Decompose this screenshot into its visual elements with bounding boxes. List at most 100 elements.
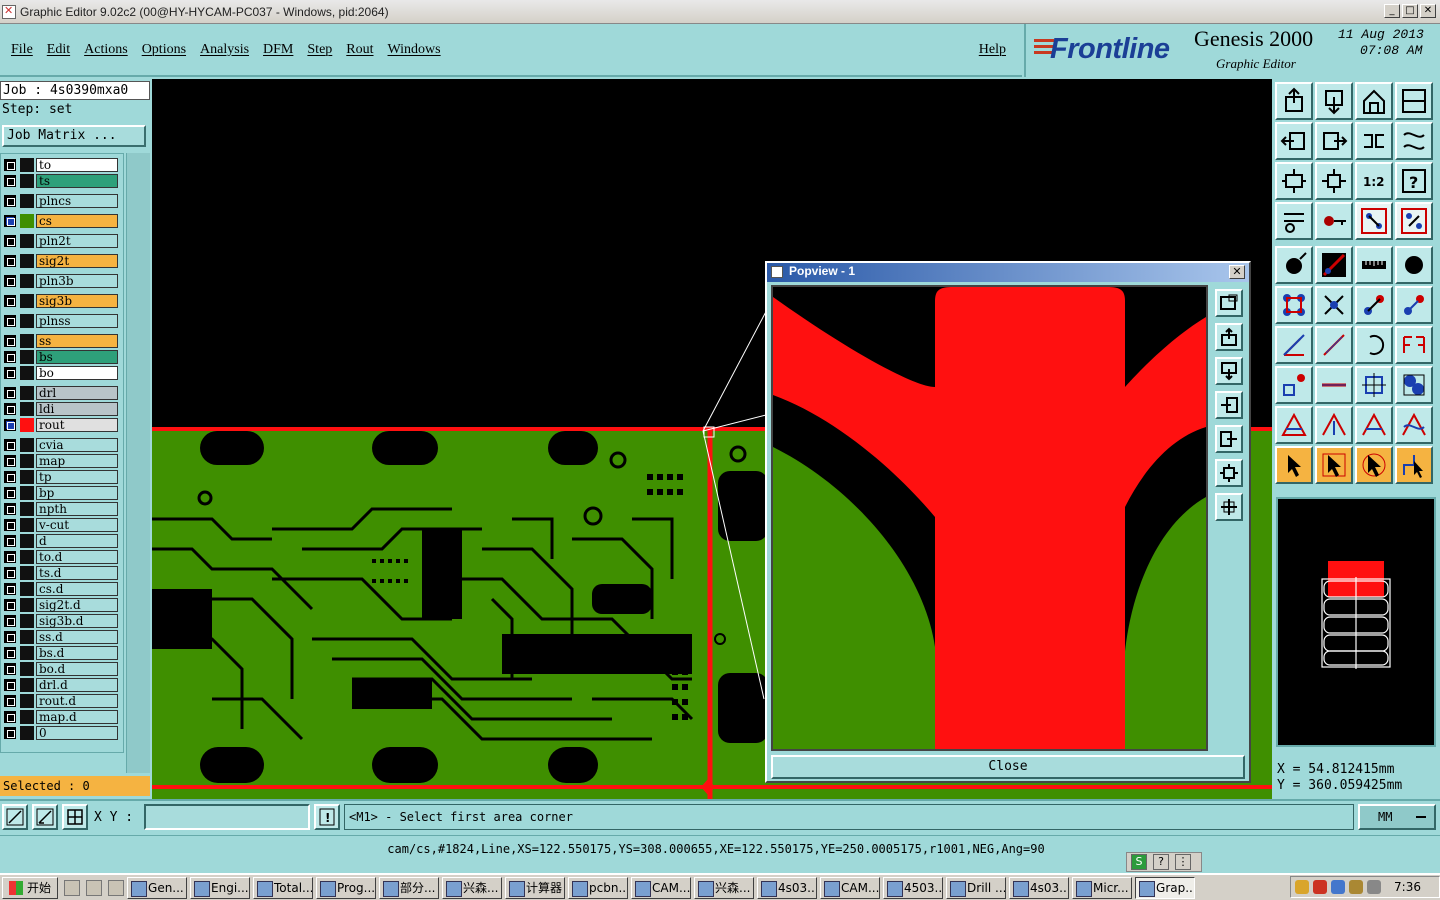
layer-row-rout-d[interactable]: rout.d xyxy=(4,694,122,708)
layer-name[interactable]: cs.d xyxy=(36,582,118,596)
help-icon[interactable]: ? xyxy=(1395,162,1433,200)
menu-edit[interactable]: Edit xyxy=(47,42,70,58)
scale-one-to-two-icon[interactable]: 1:2 xyxy=(1355,162,1393,200)
layer-checkbox[interactable] xyxy=(4,159,16,171)
layer-row-ss[interactable]: ss xyxy=(4,334,122,348)
triangle-wave-icon[interactable] xyxy=(1395,406,1433,444)
layer-row-ts[interactable]: ts xyxy=(4,174,122,188)
layer-checkbox[interactable] xyxy=(4,175,16,187)
quicklaunch-desktop-icon[interactable] xyxy=(64,879,81,896)
wave-icon[interactable] xyxy=(1395,122,1433,160)
popview-close-button[interactable]: Close xyxy=(771,755,1245,779)
ruler-icon[interactable] xyxy=(1355,246,1393,284)
snap-mode-icon[interactable] xyxy=(2,804,28,830)
group-icon[interactable] xyxy=(1395,366,1433,404)
ime-options-icon[interactable]: ⋮ xyxy=(1175,854,1191,870)
layer-name[interactable]: rout.d xyxy=(36,694,118,708)
layer-checkbox[interactable] xyxy=(4,275,16,287)
layer-name[interactable]: cvia xyxy=(36,438,118,452)
menu-step[interactable]: Step xyxy=(307,42,332,58)
layer-row-sig3b[interactable]: sig3b xyxy=(4,294,122,308)
layer-row-plncs[interactable]: plncs xyxy=(4,194,122,208)
layer-name[interactable]: ts xyxy=(36,174,118,188)
cross-node-icon[interactable] xyxy=(1315,286,1353,324)
layer-checkbox[interactable] xyxy=(4,403,16,415)
layer-row-drl[interactable]: drl xyxy=(4,386,122,400)
fit-all-icon[interactable] xyxy=(1315,162,1353,200)
layer-row-sig3b-d[interactable]: sig3b.d xyxy=(4,614,122,628)
grid-mode-icon[interactable] xyxy=(62,804,88,830)
layer-name[interactable]: drl xyxy=(36,386,118,400)
layer-name[interactable]: v-cut xyxy=(36,518,118,532)
popview-pan-left-icon[interactable] xyxy=(1215,391,1243,419)
layer-row-sig2t[interactable]: sig2t xyxy=(4,254,122,268)
layer-name[interactable]: plnss xyxy=(36,314,118,328)
layer-row-bp[interactable]: bp xyxy=(4,486,122,500)
layer-name[interactable]: bs xyxy=(36,350,118,364)
popview-title-bar[interactable]: Popview - 1 ✕ xyxy=(767,263,1249,282)
popview-pan-right-icon[interactable] xyxy=(1215,425,1243,453)
popview-close-icon[interactable]: ✕ xyxy=(1229,265,1245,279)
task-item[interactable]: 4503... xyxy=(883,876,944,899)
warning-icon[interactable]: ! xyxy=(314,804,340,830)
layer-row-to-d[interactable]: to.d xyxy=(4,550,122,564)
select-box-icon[interactable] xyxy=(1315,446,1353,484)
task-item[interactable]: Micr... xyxy=(1072,876,1133,899)
menu-dfm[interactable]: DFM xyxy=(263,42,293,58)
layer-checkbox[interactable] xyxy=(4,519,16,531)
layer-checkbox[interactable] xyxy=(4,727,16,739)
task-item-active[interactable]: Grap... xyxy=(1135,876,1196,899)
layer-checkbox[interactable] xyxy=(4,583,16,595)
fit-vertical-icon[interactable] xyxy=(1275,162,1313,200)
mirror-icon[interactable] xyxy=(1395,326,1433,364)
tray-network-icon[interactable] xyxy=(1313,880,1327,894)
key-icon[interactable] xyxy=(1315,202,1353,240)
layer-name[interactable]: to xyxy=(36,158,118,172)
layer-row-npth[interactable]: npth xyxy=(4,502,122,516)
split-view-icon[interactable] xyxy=(1395,82,1433,120)
layer-row-0[interactable]: 0 xyxy=(4,726,122,740)
layer-row-plnss[interactable]: plnss xyxy=(4,314,122,328)
task-item[interactable]: 兴森... xyxy=(694,876,755,899)
task-item[interactable]: CAM... xyxy=(631,876,692,899)
layer-checkbox[interactable] xyxy=(4,315,16,327)
layer-name[interactable]: bp xyxy=(36,486,118,500)
layer-checkbox[interactable] xyxy=(4,567,16,579)
layer-name[interactable]: sig3b xyxy=(36,294,118,308)
layer-name[interactable]: map xyxy=(36,454,118,468)
popview-zoom-up-icon[interactable] xyxy=(1215,323,1243,351)
layer-checkbox[interactable] xyxy=(4,455,16,467)
menu-help[interactable]: Help xyxy=(979,42,1006,58)
layer-name[interactable]: to.d xyxy=(36,550,118,564)
language-bar[interactable]: S ? ⋮ xyxy=(1126,852,1202,872)
layer-name[interactable]: ts.d xyxy=(36,566,118,580)
layer-checkbox[interactable] xyxy=(4,535,16,547)
task-item[interactable]: 4s03... xyxy=(757,876,818,899)
pan-left-icon[interactable] xyxy=(1275,122,1313,160)
tray-app-icon[interactable] xyxy=(1295,880,1309,894)
overview-map[interactable] xyxy=(1276,497,1436,747)
measure-mode-icon[interactable] xyxy=(32,804,58,830)
line-draw-icon[interactable] xyxy=(1315,326,1353,364)
task-item[interactable]: Total... xyxy=(253,876,314,899)
layer-name[interactable]: npth xyxy=(36,502,118,516)
layer-name[interactable]: map.d xyxy=(36,710,118,724)
layer-checkbox[interactable] xyxy=(4,419,16,431)
layer-checkbox[interactable] xyxy=(4,235,16,247)
task-item[interactable]: Prog... xyxy=(316,876,377,899)
layer-checkbox[interactable] xyxy=(4,679,16,691)
triangle-arrow-icon[interactable] xyxy=(1315,406,1353,444)
layer-row-cs[interactable]: cs xyxy=(4,214,122,228)
pan-right-icon[interactable] xyxy=(1315,122,1353,160)
layer-checkbox[interactable] xyxy=(4,439,16,451)
layer-checkbox[interactable] xyxy=(4,647,16,659)
layer-checkbox[interactable] xyxy=(4,387,16,399)
layer-row-to[interactable]: to xyxy=(4,158,122,172)
layer-name[interactable]: bs.d xyxy=(36,646,118,660)
select-nodes-icon[interactable] xyxy=(1395,446,1433,484)
start-button[interactable]: 开始 xyxy=(2,876,59,899)
snap-grid-icon[interactable] xyxy=(1355,202,1393,240)
layer-checkbox[interactable] xyxy=(4,351,16,363)
layer-row-drl-d[interactable]: drl.d xyxy=(4,678,122,692)
layer-name[interactable]: ss xyxy=(36,334,118,348)
